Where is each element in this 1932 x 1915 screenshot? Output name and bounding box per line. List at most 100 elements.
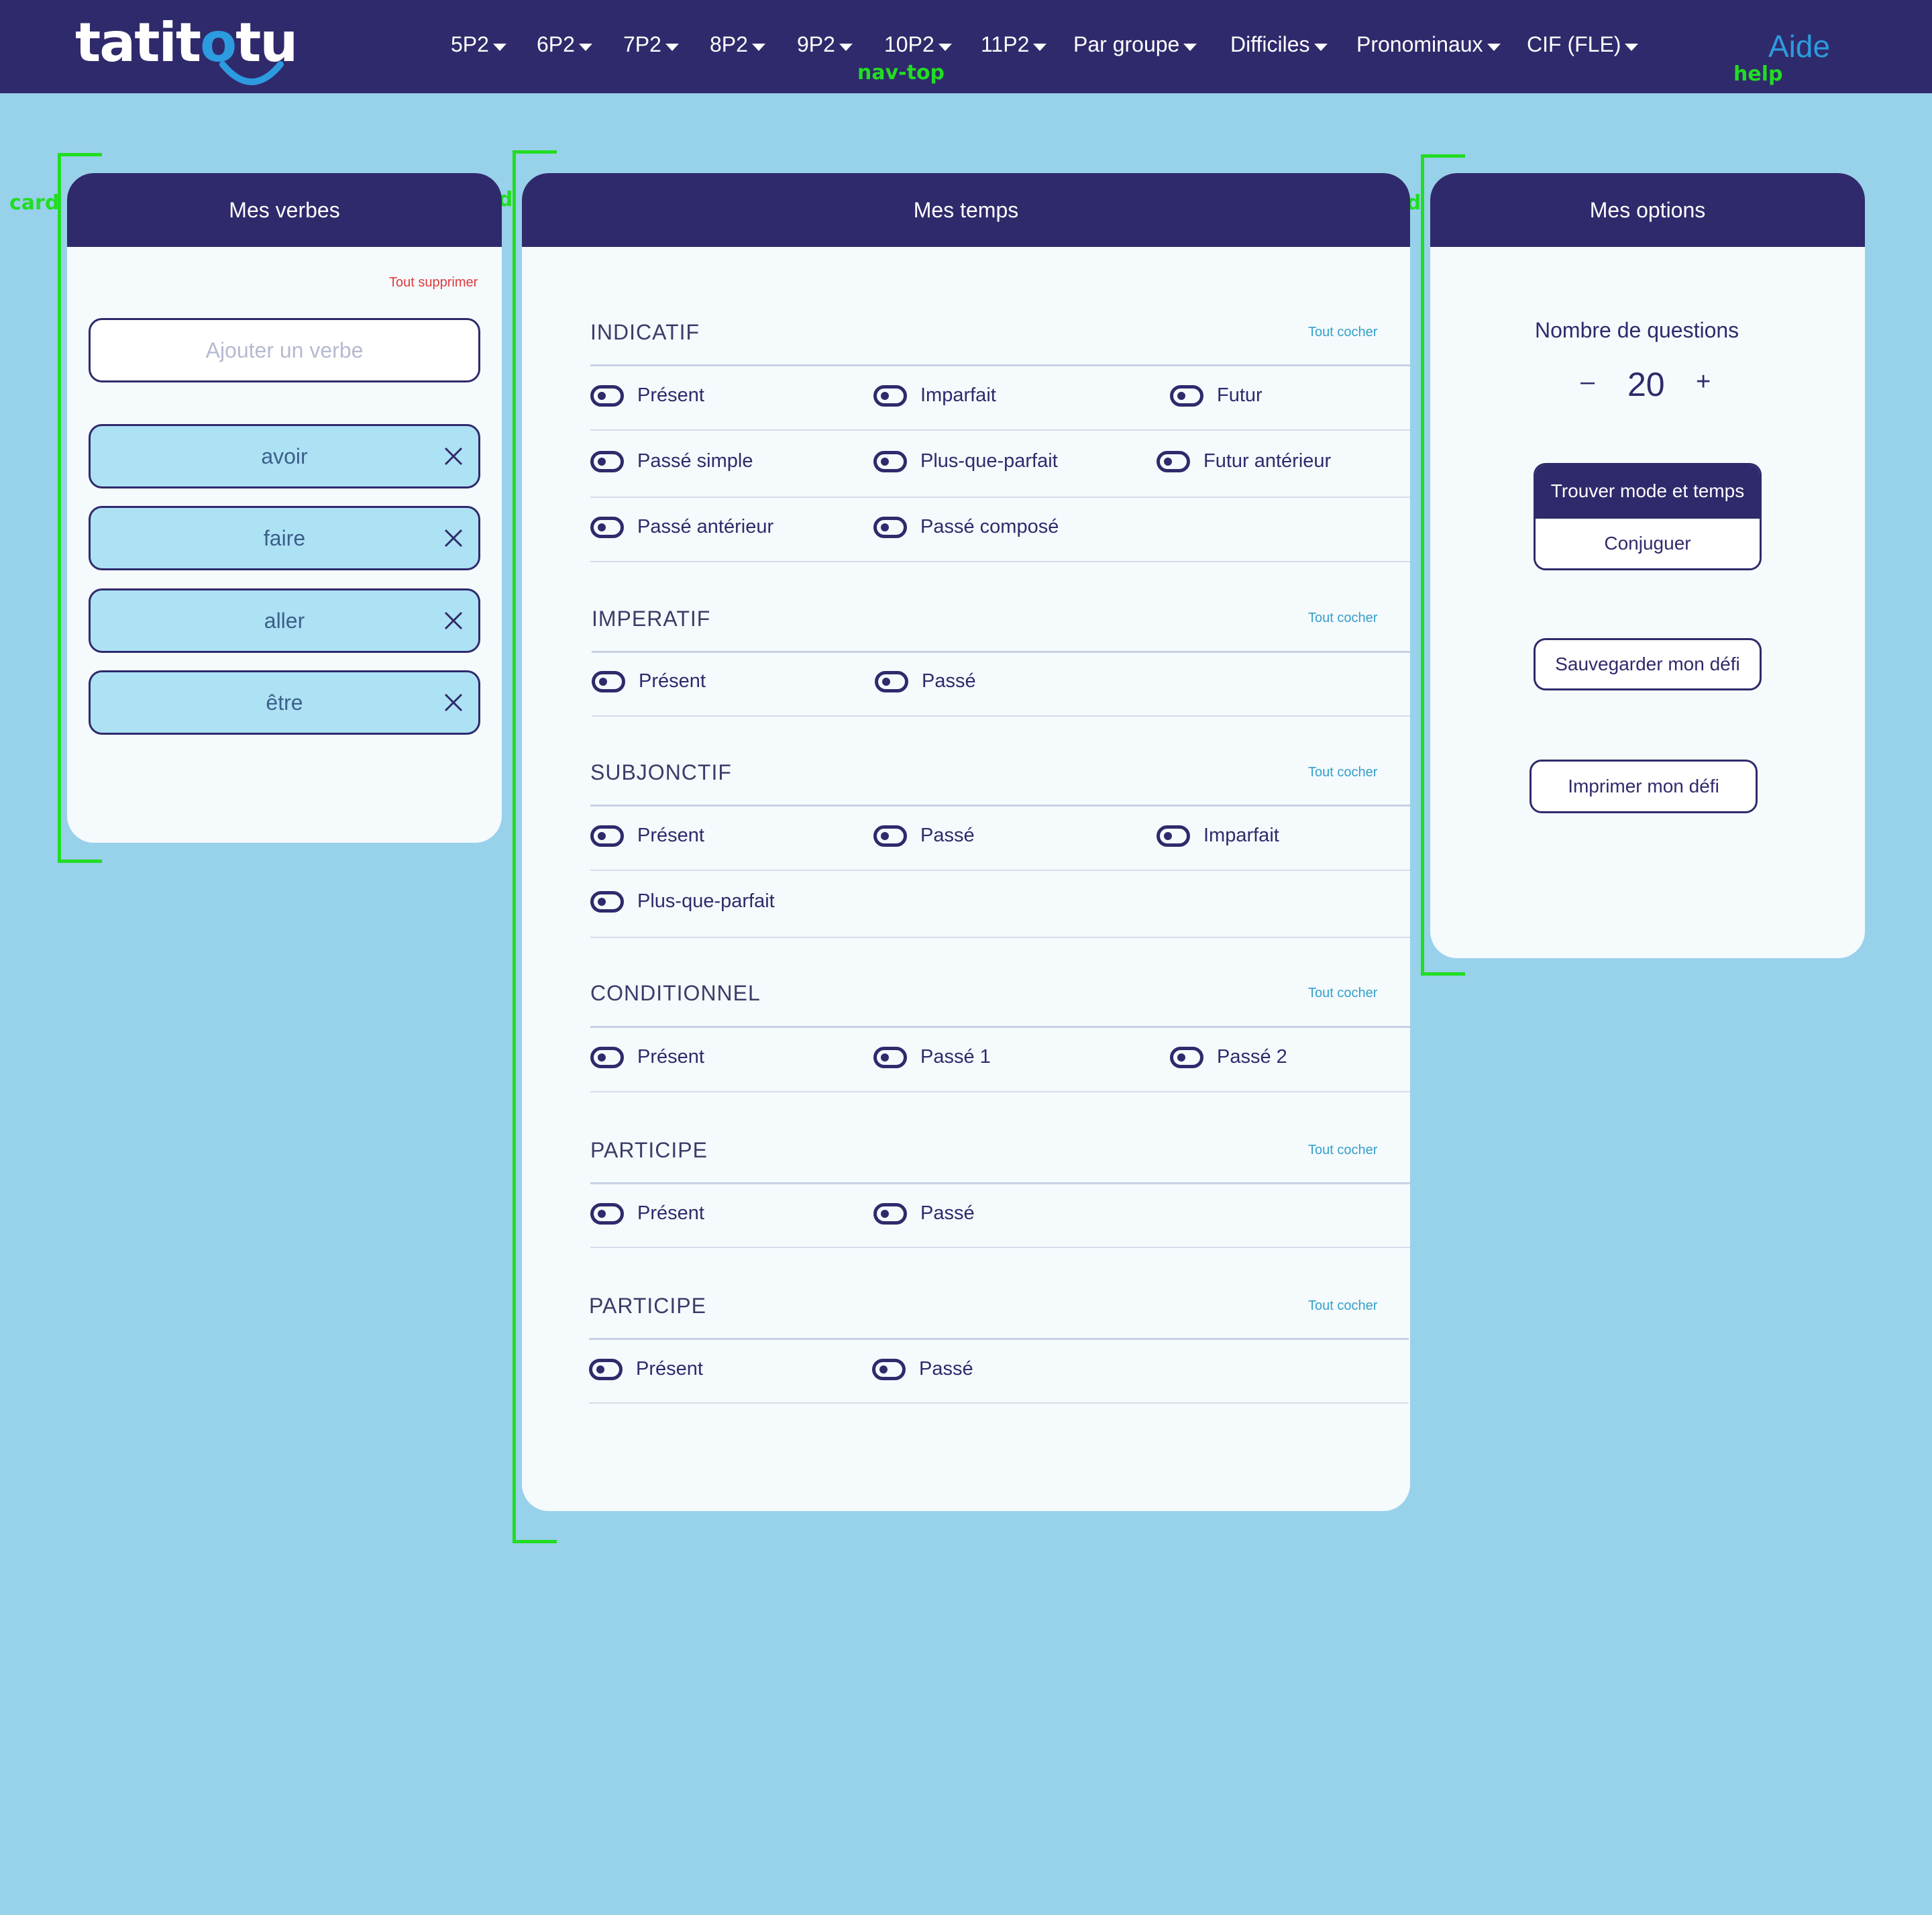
tense-toggle[interactable]: Présent [590, 825, 704, 847]
nav-item-8p2[interactable]: 8P2 [710, 32, 765, 57]
options-card-title: Mes options [1430, 173, 1865, 247]
verb-chip[interactable]: être [89, 670, 480, 735]
toggle-icon[interactable] [590, 450, 624, 472]
check-all-link[interactable]: Tout cocher [1308, 325, 1377, 340]
divider [590, 805, 1410, 807]
nav-item-label: Par groupe [1073, 32, 1180, 56]
tense-toggle[interactable]: Passé 1 [873, 1046, 991, 1068]
verb-chip[interactable]: aller [89, 588, 480, 653]
print-challenge-button[interactable]: Imprimer mon défi [1529, 760, 1758, 813]
tense-label: Présent [637, 825, 704, 846]
toggle-icon[interactable] [872, 1358, 906, 1380]
divider [590, 497, 1410, 498]
remove-icon[interactable] [443, 528, 464, 548]
nav-item-7p2[interactable]: 7P2 [623, 32, 679, 57]
toggle-icon[interactable] [1170, 1046, 1203, 1068]
toggle-icon[interactable] [873, 1046, 907, 1068]
tense-toggle[interactable]: Passé simple [590, 450, 753, 472]
logo[interactable]: tatitotu [75, 9, 298, 85]
tense-toggle[interactable]: Futur [1170, 384, 1263, 407]
clear-all-verbs-link[interactable]: Tout supprimer [389, 275, 478, 291]
tense-toggle[interactable]: Imparfait [1157, 825, 1279, 847]
toggle-icon[interactable] [873, 825, 907, 847]
questions-count-value[interactable]: 20 [1627, 365, 1665, 404]
remove-icon[interactable] [443, 611, 464, 631]
toggle-icon[interactable] [873, 516, 907, 538]
tense-label: Passé [919, 1358, 973, 1380]
tense-toggle[interactable]: Présent [590, 1046, 704, 1068]
increment-button[interactable]: + [1696, 369, 1711, 395]
tense-toggle[interactable]: Imparfait [873, 384, 996, 407]
mode-option-conjugate[interactable]: Conjuguer [1536, 517, 1760, 568]
save-challenge-button[interactable]: Sauvegarder mon défi [1534, 638, 1762, 690]
nav-item-pronominaux[interactable]: Pronominaux [1356, 32, 1501, 57]
tense-label: Présent [639, 670, 706, 692]
tense-toggle[interactable]: Passé [875, 670, 976, 692]
nav-item-5p2[interactable]: 5P2 [451, 32, 506, 57]
nav-item-cif-fle[interactable]: CIF (FLE) [1527, 32, 1639, 57]
caret-down-icon [1487, 44, 1501, 51]
toggle-icon[interactable] [1170, 384, 1203, 407]
divider [589, 1338, 1409, 1340]
tense-toggle[interactable]: Présent [590, 384, 704, 407]
toggle-icon[interactable] [1157, 825, 1190, 847]
nav-item-label: Pronominaux [1356, 32, 1483, 56]
tense-toggle[interactable]: Passé [873, 825, 975, 847]
divider [590, 561, 1410, 562]
check-all-link[interactable]: Tout cocher [1308, 765, 1377, 780]
verb-chip[interactable]: faire [89, 506, 480, 570]
tense-label: Présent [637, 1202, 704, 1224]
tense-toggle[interactable]: Présent [589, 1358, 703, 1380]
toggle-icon[interactable] [592, 670, 625, 692]
help-link[interactable]: Aide [1768, 28, 1830, 64]
toggle-icon[interactable] [590, 384, 624, 407]
caret-down-icon [1625, 44, 1639, 51]
verb-search-input[interactable] [89, 318, 480, 382]
toggle-icon[interactable] [1157, 450, 1190, 472]
toggle-icon[interactable] [875, 670, 908, 692]
toggle-icon[interactable] [590, 516, 624, 538]
tense-toggle[interactable]: Passé [873, 1202, 975, 1225]
tense-toggle[interactable]: Plus-que-parfait [873, 450, 1058, 472]
tense-label: Imparfait [920, 384, 996, 406]
check-all-link[interactable]: Tout cocher [1308, 1298, 1377, 1314]
nav-item-10p2[interactable]: 10P2 [884, 32, 952, 57]
toggle-icon[interactable] [590, 1046, 624, 1068]
nav-item-9p2[interactable]: 9P2 [797, 32, 853, 57]
verb-chip[interactable]: avoir [89, 424, 480, 488]
check-all-link[interactable]: Tout cocher [1308, 986, 1377, 1001]
tense-toggle[interactable]: Passé composé [873, 516, 1059, 538]
tense-label: Passé [922, 670, 976, 692]
toggle-icon[interactable] [873, 1202, 907, 1225]
toggle-icon[interactable] [590, 825, 624, 847]
verb-chip-label: avoir [261, 444, 308, 468]
mode-option-find[interactable]: Trouver mode et temps [1536, 465, 1760, 517]
decrement-button[interactable]: – [1580, 369, 1595, 395]
tense-toggle[interactable]: Plus-que-parfait [590, 890, 775, 913]
tense-toggle[interactable]: Passé [872, 1358, 973, 1380]
caret-down-icon [938, 44, 952, 51]
tense-toggle[interactable]: Futur antérieur [1157, 450, 1331, 472]
toggle-icon[interactable] [590, 1202, 624, 1225]
remove-icon[interactable] [443, 446, 464, 466]
toggle-icon[interactable] [589, 1358, 623, 1380]
toggle-icon[interactable] [873, 384, 907, 407]
nav-item-label: 7P2 [623, 32, 661, 56]
remove-icon[interactable] [443, 692, 464, 713]
check-all-link[interactable]: Tout cocher [1308, 611, 1377, 626]
check-all-link[interactable]: Tout cocher [1308, 1143, 1377, 1158]
toggle-icon[interactable] [873, 450, 907, 472]
annotation-nav-top: nav-top [857, 61, 945, 85]
toggle-icon[interactable] [590, 890, 624, 913]
tense-toggle[interactable]: Présent [592, 670, 706, 692]
nav-item-difficiles[interactable]: Difficiles [1230, 32, 1328, 57]
caret-down-icon [578, 44, 592, 51]
nav-item-11p2[interactable]: 11P2 [981, 32, 1047, 57]
section-title-imperatif: IMPERATIF [592, 607, 711, 631]
section-title-participe: PARTICIPE [589, 1294, 706, 1318]
tense-toggle[interactable]: Passé 2 [1170, 1046, 1287, 1068]
nav-item-6p2[interactable]: 6P2 [537, 32, 592, 57]
tense-toggle[interactable]: Présent [590, 1202, 704, 1225]
tense-toggle[interactable]: Passé antérieur [590, 516, 773, 538]
nav-item-par-groupe[interactable]: Par groupe [1073, 32, 1197, 57]
